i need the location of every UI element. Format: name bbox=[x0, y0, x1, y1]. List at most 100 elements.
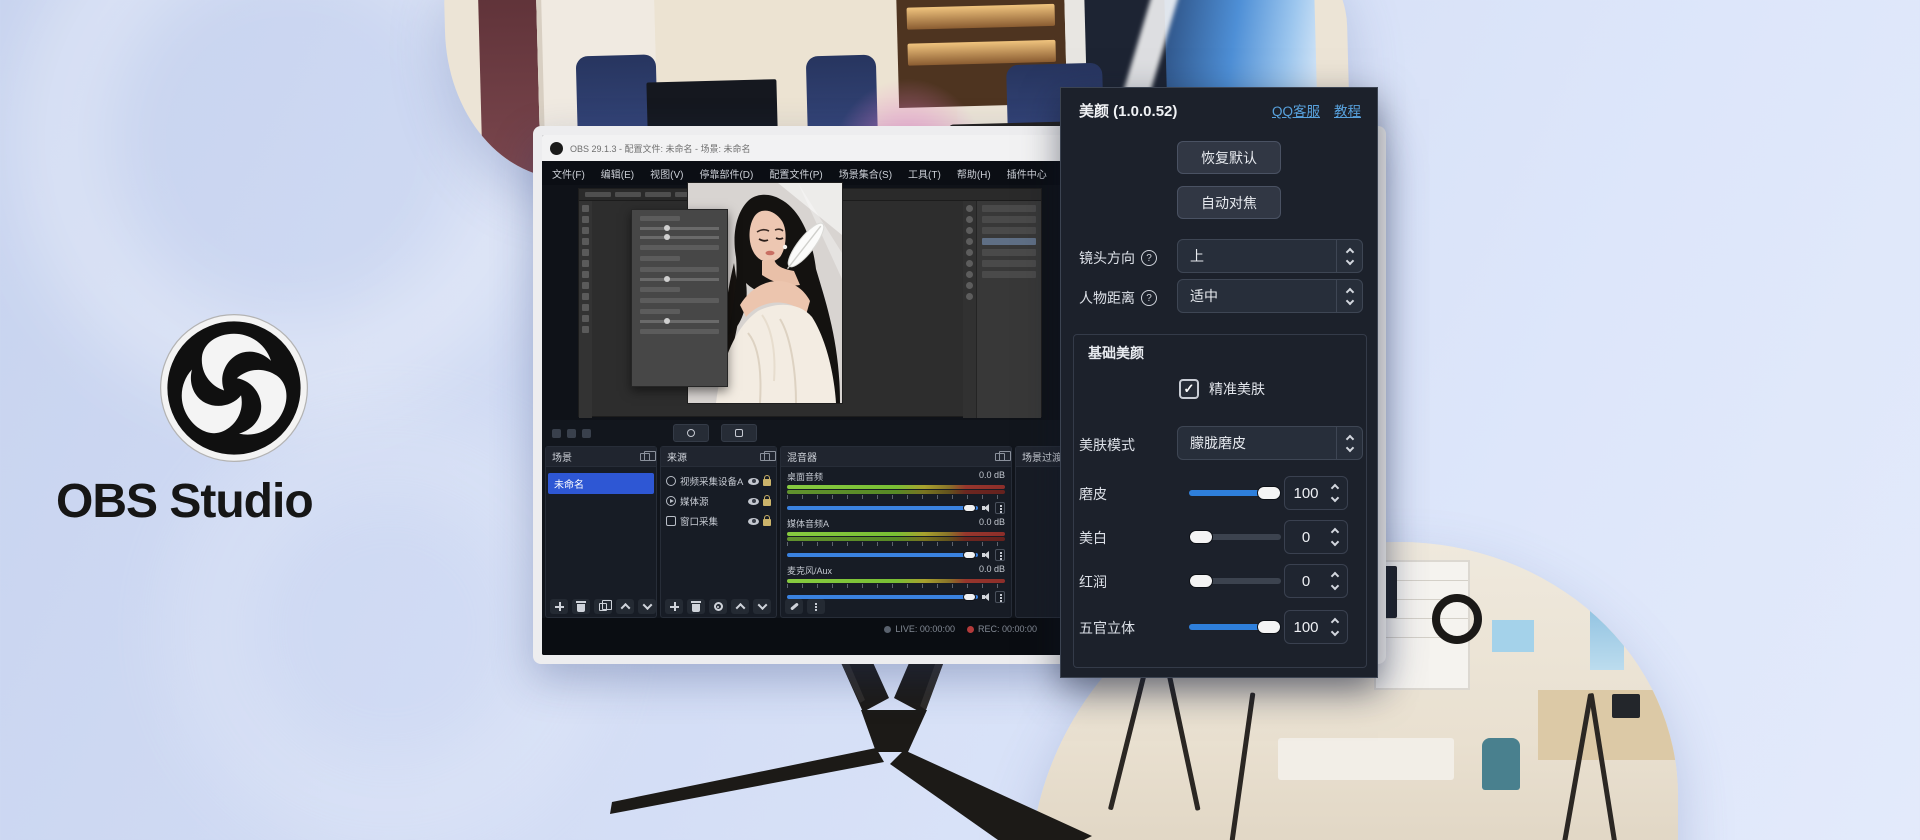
preview-toolbar-button-2[interactable] bbox=[721, 424, 757, 442]
mixer-filters-button[interactable] bbox=[785, 599, 803, 614]
move-scene-down-button[interactable] bbox=[638, 599, 656, 614]
smoothing-spinbox[interactable]: 100 bbox=[1284, 476, 1348, 510]
autofocus-button[interactable]: 自动对焦 bbox=[1177, 186, 1281, 219]
move-source-up-button[interactable] bbox=[731, 599, 749, 614]
slider-handle[interactable] bbox=[1189, 574, 1213, 588]
menu-help[interactable]: 帮助(H) bbox=[957, 166, 991, 181]
precise-skin-row[interactable]: ✓ 精准美肤 bbox=[1179, 379, 1265, 399]
lens-direction-select[interactable]: 上 bbox=[1177, 239, 1363, 273]
face-3d-value: 100 bbox=[1285, 619, 1327, 636]
select-spinner[interactable] bbox=[1336, 427, 1362, 459]
toolbar-icon[interactable] bbox=[567, 429, 576, 438]
chevron-down-icon[interactable] bbox=[1331, 538, 1339, 546]
source-row[interactable]: 窗口采集 bbox=[661, 511, 776, 531]
smoothing-slider[interactable] bbox=[1189, 490, 1281, 496]
help-icon[interactable]: ? bbox=[1141, 290, 1157, 306]
chevron-up-icon[interactable] bbox=[1331, 484, 1339, 492]
lock-icon[interactable] bbox=[763, 499, 771, 506]
sources-dock: 来源 视频采集设备A 媒体源 bbox=[660, 446, 777, 618]
menu-view[interactable]: 视图(V) bbox=[650, 166, 683, 181]
audio-level-meter bbox=[787, 579, 1005, 583]
channel-options-icon[interactable] bbox=[995, 549, 1005, 561]
speaker-icon[interactable] bbox=[982, 551, 991, 559]
chevron-down-icon bbox=[1345, 443, 1353, 451]
add-scene-button[interactable] bbox=[550, 599, 568, 614]
visibility-eye-icon[interactable] bbox=[748, 518, 759, 525]
obs-studio-wordmark: OBS Studio bbox=[56, 474, 396, 529]
move-scene-up-button[interactable] bbox=[616, 599, 634, 614]
dock-popout-icon[interactable] bbox=[760, 453, 770, 461]
remove-source-button[interactable] bbox=[687, 599, 705, 614]
remove-scene-button[interactable] bbox=[572, 599, 590, 614]
volume-slider-handle[interactable] bbox=[963, 593, 976, 601]
chevron-down-icon[interactable] bbox=[1331, 494, 1339, 502]
source-row[interactable]: 媒体源 bbox=[661, 491, 776, 511]
chevron-up-icon bbox=[1345, 287, 1353, 295]
chevron-down-icon[interactable] bbox=[1331, 582, 1339, 590]
window-shape bbox=[1590, 580, 1624, 670]
scene-item-selected[interactable]: 未命名 bbox=[548, 473, 654, 494]
dock-popout-icon[interactable] bbox=[640, 453, 650, 461]
source-row[interactable]: 视频采集设备A bbox=[661, 471, 776, 491]
qq-support-link[interactable]: QQ客服 bbox=[1272, 100, 1320, 120]
slider-handle[interactable] bbox=[1189, 530, 1213, 544]
speaker-icon[interactable] bbox=[982, 593, 991, 601]
source-label: 窗口采集 bbox=[680, 514, 744, 528]
move-source-down-button[interactable] bbox=[753, 599, 771, 614]
lock-icon[interactable] bbox=[763, 519, 771, 526]
chevron-up-icon[interactable] bbox=[1331, 572, 1339, 580]
duplicate-scene-button[interactable] bbox=[594, 599, 612, 614]
chevron-down-icon[interactable] bbox=[1331, 628, 1339, 636]
person-distance-select[interactable]: 适中 bbox=[1177, 279, 1363, 313]
volume-slider[interactable] bbox=[787, 553, 978, 557]
channel-options-icon[interactable] bbox=[995, 591, 1005, 603]
toolbar-icon[interactable] bbox=[582, 429, 591, 438]
channel-options-icon[interactable] bbox=[995, 502, 1005, 514]
skin-mode-select[interactable]: 朦胧磨皮 bbox=[1177, 426, 1363, 460]
rosy-slider[interactable] bbox=[1189, 578, 1281, 584]
menu-scene-collection[interactable]: 场景集合(S) bbox=[839, 166, 892, 181]
face-3d-slider[interactable] bbox=[1189, 624, 1281, 630]
chevron-up-icon[interactable] bbox=[1331, 528, 1339, 536]
rosy-spinbox[interactable]: 0 bbox=[1284, 564, 1348, 598]
obs-window-title: OBS 29.1.3 - 配置文件: 未命名 - 场景: 未命名 bbox=[570, 142, 751, 155]
slider-handle[interactable] bbox=[1257, 486, 1281, 500]
smoothing-value: 100 bbox=[1285, 485, 1327, 502]
dock-popout-icon[interactable] bbox=[995, 453, 1005, 461]
visibility-eye-icon[interactable] bbox=[748, 478, 759, 485]
speaker-icon[interactable] bbox=[982, 504, 991, 512]
select-spinner[interactable] bbox=[1336, 240, 1362, 272]
menu-profile[interactable]: 配置文件(P) bbox=[769, 166, 822, 181]
face-3d-spinbox[interactable]: 100 bbox=[1284, 610, 1348, 644]
volume-slider[interactable] bbox=[787, 506, 978, 510]
tutorial-link[interactable]: 教程 bbox=[1334, 100, 1361, 120]
restore-defaults-button[interactable]: 恢复默认 bbox=[1177, 141, 1281, 174]
whitening-value: 0 bbox=[1285, 529, 1327, 546]
volume-slider-handle[interactable] bbox=[963, 504, 976, 512]
toolbar-icon[interactable] bbox=[552, 429, 561, 438]
lock-icon[interactable] bbox=[763, 479, 771, 486]
source-properties-button[interactable] bbox=[709, 599, 727, 614]
precise-skin-label: 精准美肤 bbox=[1209, 379, 1265, 399]
help-icon[interactable]: ? bbox=[1141, 250, 1157, 266]
face-3d-label: 五官立体 bbox=[1079, 618, 1135, 638]
menu-tools[interactable]: 工具(T) bbox=[908, 166, 941, 181]
channel-name: 媒体音频A bbox=[787, 517, 829, 530]
chevron-up-icon[interactable] bbox=[1331, 618, 1339, 626]
menu-edit[interactable]: 编辑(E) bbox=[601, 166, 634, 181]
whitening-spinbox[interactable]: 0 bbox=[1284, 520, 1348, 554]
live-status: LIVE: 00:00:00 bbox=[884, 624, 955, 634]
chevron-up-icon bbox=[1345, 247, 1353, 255]
add-source-button[interactable] bbox=[665, 599, 683, 614]
volume-slider-handle[interactable] bbox=[963, 551, 976, 559]
menu-file[interactable]: 文件(F) bbox=[552, 166, 585, 181]
checkbox-checked[interactable]: ✓ bbox=[1179, 379, 1199, 399]
preview-toolbar-button-1[interactable] bbox=[673, 424, 709, 442]
menu-docks[interactable]: 停靠部件(D) bbox=[699, 166, 753, 181]
mixer-options-button[interactable] bbox=[807, 599, 825, 614]
slider-handle[interactable] bbox=[1257, 620, 1281, 634]
menu-plugin-center[interactable]: 插件中心 bbox=[1007, 166, 1047, 181]
select-spinner[interactable] bbox=[1336, 280, 1362, 312]
whitening-slider[interactable] bbox=[1189, 534, 1281, 540]
visibility-eye-icon[interactable] bbox=[748, 498, 759, 505]
